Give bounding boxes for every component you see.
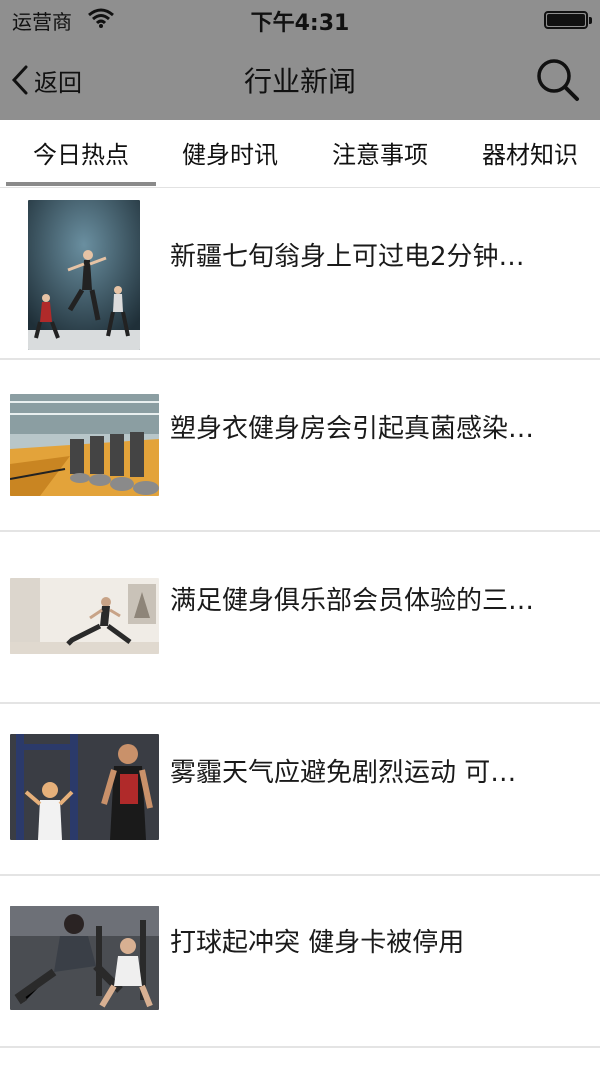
- article-thumbnail: [10, 578, 159, 654]
- list-item[interactable]: 雾霾天气应避免剧烈运动 可…: [0, 704, 600, 876]
- article-title: 满足健身俱乐部会员体验的三…: [170, 586, 535, 616]
- tab-fitness-news[interactable]: 健身时讯: [155, 120, 305, 188]
- battery-icon: [544, 11, 592, 29]
- article-title: 塑身衣健身房会引起真菌感染…: [170, 414, 535, 444]
- tab-equipment[interactable]: 器材知识: [455, 120, 600, 188]
- article-thumbnail: [28, 200, 140, 350]
- category-tabs: 今日热点 健身时讯 注意事项 器材知识: [0, 120, 600, 188]
- search-button[interactable]: [532, 56, 582, 104]
- back-button[interactable]: 返回: [10, 58, 82, 102]
- article-thumbnail: [10, 734, 159, 840]
- article-thumbnail: [10, 906, 159, 1010]
- status-time: 下午4:31: [250, 11, 350, 36]
- list-item[interactable]: 满足健身俱乐部会员体验的三…: [0, 532, 600, 704]
- page-title: 行业新闻: [243, 65, 356, 98]
- active-tab-indicator: [6, 182, 156, 186]
- status-bar: 运营商 下午4:31: [0, 0, 600, 40]
- article-thumbnail: [10, 394, 159, 496]
- chevron-left-icon: [11, 65, 28, 95]
- top-bar: 运营商 下午4:31 返回 行业新闻: [0, 0, 600, 120]
- tab-today-hot[interactable]: 今日热点: [6, 120, 156, 188]
- list-item[interactable]: 打球起冲突 健身卡被停用: [0, 876, 600, 1048]
- tab-precautions[interactable]: 注意事项: [305, 120, 455, 188]
- search-icon: [537, 59, 579, 101]
- list-item[interactable]: 塑身衣健身房会引起真菌感染…: [0, 360, 600, 532]
- article-title: 打球起冲突 健身卡被停用: [170, 928, 465, 958]
- article-title: 雾霾天气应避免剧烈运动 可…: [170, 758, 517, 788]
- article-title: 新疆七旬翁身上可过电2分钟…: [170, 242, 525, 272]
- list-item[interactable]: 新疆七旬翁身上可过电2分钟…: [0, 188, 600, 360]
- back-label: 返回: [34, 68, 82, 97]
